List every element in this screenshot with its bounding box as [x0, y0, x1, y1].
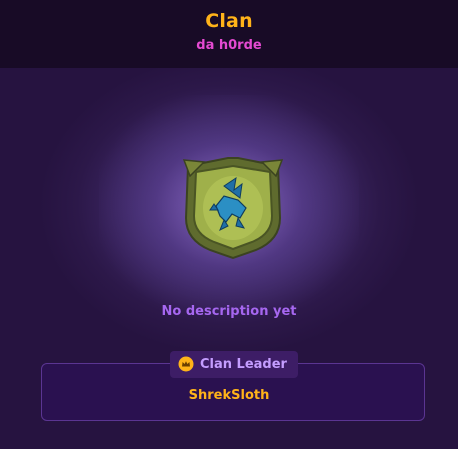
clan-leader-name[interactable]: ShrekSloth — [0, 388, 458, 403]
clan-name: da h0rde — [196, 38, 262, 53]
page-title: Clan — [205, 10, 253, 32]
clan-leader-label: Clan Leader — [200, 357, 287, 372]
crown-icon — [178, 356, 194, 372]
clan-leader-tag: Clan Leader — [170, 351, 298, 378]
clan-screen: Clan da h0rde No description yet Clan Le… — [0, 0, 458, 449]
clan-description: No description yet — [161, 304, 297, 319]
header-bar: Clan da h0rde — [0, 0, 458, 68]
pegasus-emblem-icon — [182, 157, 284, 260]
